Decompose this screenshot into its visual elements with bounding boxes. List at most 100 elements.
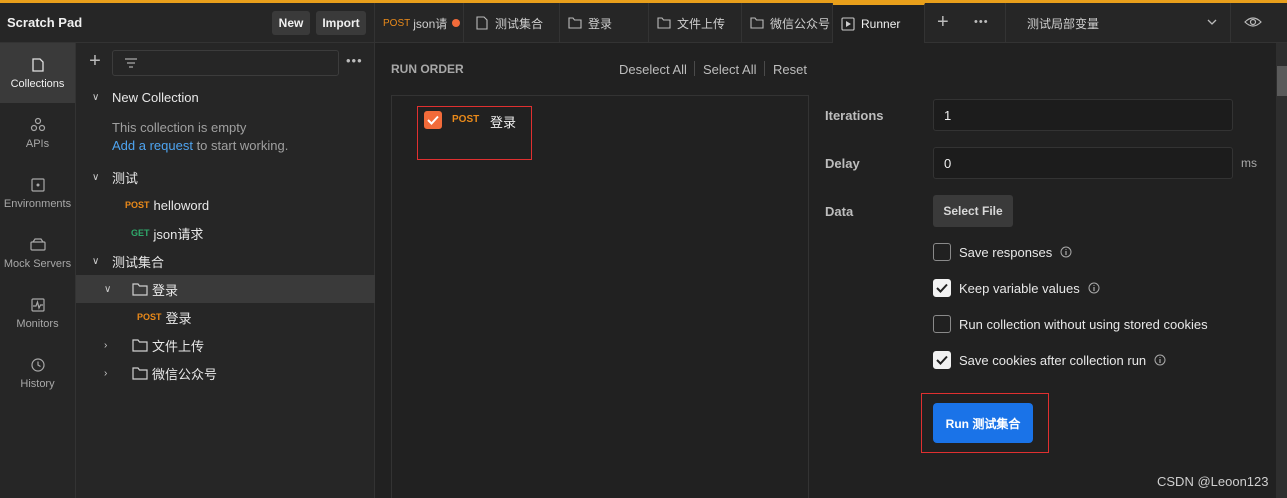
option-save-responses[interactable]: Save responses bbox=[933, 243, 1072, 261]
tree-folder-upload[interactable]: › 文件上传 bbox=[76, 331, 375, 359]
option-save-cookies[interactable]: Save cookies after collection run bbox=[933, 351, 1166, 369]
environment-selector[interactable]: 测试局部变量 bbox=[1027, 15, 1099, 32]
run-order-heading: RUN ORDER bbox=[391, 62, 464, 76]
tree-folder-login[interactable]: ∨ 登录 bbox=[76, 275, 375, 303]
run-collection-button[interactable]: Run 测试集合 bbox=[933, 403, 1033, 443]
delay-unit: ms bbox=[1241, 156, 1257, 170]
tab-json-request[interactable]: POST json请 bbox=[375, 3, 464, 43]
option-keep-values[interactable]: Keep variable values bbox=[933, 279, 1100, 297]
rail-collections[interactable]: Collections bbox=[0, 43, 75, 103]
tab-label: 测试集合 bbox=[495, 16, 544, 31]
info-icon[interactable] bbox=[1154, 354, 1166, 366]
deselect-all-button[interactable]: Deselect All bbox=[619, 62, 687, 77]
folder-icon bbox=[568, 17, 582, 29]
filter-icon bbox=[125, 58, 137, 68]
tab-wechat[interactable]: 微信公众号 bbox=[742, 3, 833, 43]
monitors-icon bbox=[30, 297, 45, 312]
rail-label: APIs bbox=[25, 137, 50, 150]
add-request-link[interactable]: Add a request bbox=[112, 138, 193, 153]
tab-login[interactable]: 登录 bbox=[560, 3, 649, 43]
collections-sidebar: + ••• ∨ New Collection This collection i… bbox=[76, 43, 375, 498]
folder-icon bbox=[750, 17, 764, 29]
iterations-value: 1 bbox=[944, 107, 952, 123]
new-tab-icon[interactable]: + bbox=[937, 11, 949, 34]
empty-collection-text: This collection is empty bbox=[112, 120, 247, 135]
divider bbox=[694, 61, 695, 76]
history-icon bbox=[30, 357, 45, 372]
filter-input[interactable] bbox=[112, 50, 339, 76]
tree-folder-wechat[interactable]: › 微信公众号 bbox=[76, 359, 375, 387]
select-all-button[interactable]: Select All bbox=[703, 62, 756, 77]
iterations-input[interactable]: 1 bbox=[933, 99, 1233, 131]
import-button[interactable]: Import bbox=[316, 11, 366, 35]
reset-button[interactable]: Reset bbox=[773, 62, 807, 77]
rail-environments[interactable]: Environments bbox=[0, 163, 75, 223]
rail-label: Mock Servers bbox=[3, 257, 72, 270]
select-file-button[interactable]: Select File bbox=[933, 195, 1013, 227]
save-cookies-checkbox[interactable] bbox=[933, 351, 951, 369]
new-button[interactable]: New bbox=[272, 11, 310, 35]
data-label: Data bbox=[825, 204, 854, 219]
environments-icon bbox=[30, 177, 45, 192]
tabs-more-icon[interactable]: ••• bbox=[974, 16, 989, 28]
no-cookies-checkbox[interactable] bbox=[933, 315, 951, 333]
rail-monitors[interactable]: Monitors bbox=[0, 283, 75, 343]
sidebar-more-icon[interactable]: ••• bbox=[346, 53, 363, 68]
divider bbox=[1230, 3, 1231, 43]
option-no-cookies[interactable]: Run collection without using stored cook… bbox=[933, 315, 1208, 333]
folder-icon bbox=[132, 283, 148, 296]
method-badge: POST bbox=[125, 200, 150, 210]
info-icon[interactable] bbox=[1088, 282, 1100, 294]
tree-request-login[interactable]: POST 登录 bbox=[76, 303, 375, 331]
method-badge: POST bbox=[383, 17, 411, 29]
request-checkbox[interactable] bbox=[424, 111, 442, 129]
chevron-down-icon: ∨ bbox=[92, 255, 100, 267]
tree-collection-new[interactable]: ∨ New Collection bbox=[76, 83, 375, 111]
chevron-down-icon: ∨ bbox=[92, 171, 100, 183]
chevron-down-icon[interactable] bbox=[1207, 18, 1217, 26]
rail-label: Collections bbox=[10, 77, 65, 90]
sidebar-rail: Collections APIs Environments Mock Serve… bbox=[0, 43, 76, 498]
chevron-down-icon: ∨ bbox=[104, 283, 112, 295]
request-name: 登录 bbox=[490, 115, 517, 130]
scrollbar-track[interactable] bbox=[1276, 43, 1287, 498]
option-label: Run collection without using stored cook… bbox=[959, 316, 1208, 332]
rail-label: Environments bbox=[3, 197, 72, 210]
tree-label: 测试 bbox=[112, 170, 139, 186]
tree-label: New Collection bbox=[112, 89, 199, 105]
tree-collection-set[interactable]: ∨ 测试集合 bbox=[76, 247, 375, 275]
folder-icon bbox=[657, 17, 671, 29]
chevron-right-icon: › bbox=[104, 367, 108, 379]
rail-mock-servers[interactable]: Mock Servers bbox=[0, 223, 75, 283]
delay-input[interactable]: 0 bbox=[933, 147, 1233, 179]
mock-servers-icon bbox=[29, 237, 46, 251]
add-collection-button[interactable]: + bbox=[86, 51, 104, 71]
keep-values-checkbox[interactable] bbox=[933, 279, 951, 297]
option-label: Keep variable values bbox=[959, 280, 1080, 296]
tree-label: 登录 bbox=[165, 310, 192, 326]
scrollbar-thumb[interactable] bbox=[1277, 66, 1287, 96]
rail-apis[interactable]: APIs bbox=[0, 103, 75, 163]
add-request-hint: Add a request to start working. bbox=[112, 138, 288, 153]
check-icon bbox=[936, 283, 948, 293]
collection-icon bbox=[476, 16, 488, 30]
option-label: Save responses bbox=[959, 244, 1053, 260]
check-icon bbox=[427, 115, 439, 125]
tab-runner[interactable]: Runner bbox=[833, 3, 925, 43]
eye-icon[interactable] bbox=[1244, 15, 1262, 29]
save-responses-checkbox[interactable] bbox=[933, 243, 951, 261]
tree-collection-test[interactable]: ∨ 测试 bbox=[76, 163, 375, 191]
runner-icon bbox=[841, 17, 855, 31]
rail-history[interactable]: History bbox=[0, 343, 75, 403]
tab-label: Runner bbox=[861, 17, 901, 31]
tab-bar: POST json请 测试集合 登录 文件上传 微信公众号 Runner + •… bbox=[375, 3, 1287, 43]
tree-request-json[interactable]: GET json请求 bbox=[76, 219, 375, 247]
method-badge: GET bbox=[131, 228, 150, 238]
tab-test-set[interactable]: 测试集合 bbox=[468, 3, 560, 43]
unsaved-dot-icon bbox=[452, 19, 461, 27]
chevron-down-icon: ∨ bbox=[92, 91, 100, 103]
tree-request-helloword[interactable]: POST helloword bbox=[76, 191, 375, 219]
iterations-label: Iterations bbox=[825, 108, 884, 123]
info-icon[interactable] bbox=[1060, 246, 1072, 258]
tab-upload[interactable]: 文件上传 bbox=[649, 3, 742, 43]
